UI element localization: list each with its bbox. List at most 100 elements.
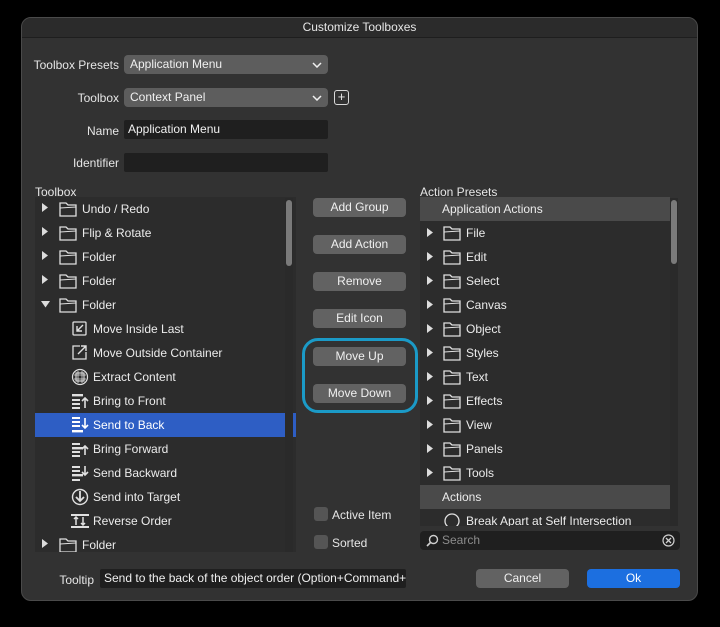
toolbox-item-label: Send into Target [93,490,181,504]
identifier-label: Identifier [72,156,119,170]
disclosure-collapsed-icon[interactable] [426,437,434,461]
folder-icon [58,296,78,314]
folder-icon [442,440,462,458]
send-backward-icon [70,464,90,482]
folder-icon [442,224,462,242]
toolbox-item-label: Move Inside Last [93,322,184,336]
tooltip-input[interactable]: Send to the back of the object order (Op… [100,569,406,588]
preset-group-panels[interactable]: Panels [420,437,670,461]
disclosure-collapsed-icon[interactable] [426,317,434,341]
preset-group-tools[interactable]: Tools [420,461,670,485]
active-item-checkbox[interactable] [314,507,328,521]
preset-group-styles[interactable]: Styles [420,341,670,365]
preset-action-break-apart[interactable]: Break Apart at Self Intersection [420,509,670,526]
disclosure-collapsed-icon[interactable] [40,197,50,221]
disclosure-collapsed-icon[interactable] [40,245,50,269]
preset-group-file[interactable]: File [420,221,670,245]
toolbox-item-send-into-target[interactable]: Send into Target [35,485,296,509]
folder-icon [442,272,462,290]
preset-group-label: Text [466,370,489,384]
move-up-button[interactable]: Move Up [313,347,406,366]
clear-search-icon[interactable] [662,534,675,553]
disclosure-collapsed-icon[interactable] [40,221,50,245]
preset-group-select[interactable]: Select [420,269,670,293]
toolbox-select[interactable]: Context Panel [124,88,328,107]
toolbox-item-bring-forward[interactable]: Bring Forward [35,437,296,461]
preset-group-text[interactable]: Text [420,365,670,389]
toolbox-item-send-backward[interactable]: Send Backward [35,461,296,485]
toolbox-item-folder[interactable]: Folder [35,269,296,293]
toolbox-scrollbar[interactable] [285,198,293,552]
disclosure-collapsed-icon[interactable] [426,245,434,269]
add-toolbox-button[interactable]: + [334,90,349,105]
application-actions-header[interactable]: Application Actions [420,197,670,221]
preset-group-effects[interactable]: Effects [420,389,670,413]
preset-group-edit[interactable]: Edit [420,245,670,269]
preset-group-label: File [466,226,486,240]
toolbox-item-folder[interactable]: Folder [35,533,296,552]
toolbox-item-folder[interactable]: Folder [35,245,296,269]
disclosure-collapsed-icon[interactable] [426,413,434,437]
toolbox-item-send-to-back[interactable]: Send to Back [35,413,296,437]
toolbox-tree[interactable]: Undo / Redo Flip & Rotate Folder Folder Fold… [35,197,296,552]
toolbox-scrollbar-thumb[interactable] [286,200,292,266]
toolbox-item-label: Extract Content [93,370,176,384]
sorted-checkbox[interactable] [314,535,328,549]
remove-button[interactable]: Remove [313,272,406,291]
actions-header[interactable]: Actions [420,485,670,509]
ok-button[interactable]: Ok [587,569,680,588]
folder-icon [442,320,462,338]
edit-icon-button[interactable]: Edit Icon [313,309,406,328]
preset-group-view[interactable]: View [420,413,670,437]
toolbox-item-label: Folder [82,274,117,288]
toolbox-item-label: Undo / Redo [82,202,150,216]
disclosure-collapsed-icon[interactable] [426,461,434,485]
action-presets-tree[interactable]: Application Actions File Edit Select Canvas O… [420,197,670,526]
tooltip-label: Tooltip [59,573,94,587]
application-actions-header-label: Application Actions [442,202,543,216]
preset-group-object[interactable]: Object [420,317,670,341]
disclosure-collapsed-icon[interactable] [426,293,434,317]
folder-icon [58,224,78,242]
toolbox-item-label: Send to Back [93,418,165,432]
toolbox-presets-label: Toolbox Presets [33,58,119,72]
disclosure-collapsed-icon[interactable] [426,365,434,389]
toolbox-presets-value: Application Menu [130,57,223,71]
toolbox-item-extract-content[interactable]: Extract Content [35,365,296,389]
disclosure-collapsed-icon[interactable] [426,389,434,413]
folder-icon [442,464,462,482]
cancel-button[interactable]: Cancel [476,569,569,588]
toolbox-item-undo-redo[interactable]: Undo / Redo [35,197,296,221]
folder-icon [442,368,462,386]
name-input[interactable]: Application Menu [124,120,328,139]
toolbox-item-label: Move Outside Container [93,346,223,360]
toolbox-item-flip-rotate[interactable]: Flip & Rotate [35,221,296,245]
window-title: Customize Toolboxes [22,18,697,38]
preset-group-label: Panels [466,442,503,456]
presets-scrollbar[interactable] [670,198,678,526]
toolbox-presets-select[interactable]: Application Menu [124,55,328,74]
disclosure-collapsed-icon[interactable] [426,341,434,365]
toolbox-item-reverse-order[interactable]: Reverse Order [35,509,296,533]
customize-toolboxes-dialog: Customize Toolboxes Toolbox Presets Appl… [21,17,698,601]
disclosure-collapsed-icon[interactable] [40,533,50,552]
identifier-input[interactable] [124,153,328,172]
active-item-label: Active Item [332,508,392,522]
add-action-button[interactable]: Add Action [313,235,406,254]
disclosure-expanded-icon[interactable] [40,293,50,317]
move-down-button[interactable]: Move Down [313,384,406,403]
add-group-button[interactable]: Add Group [313,198,406,217]
preset-group-canvas[interactable]: Canvas [420,293,670,317]
search-field[interactable]: Search [420,531,680,550]
toolbox-item-bring-to-front[interactable]: Bring to Front [35,389,296,413]
send-to-back-icon [70,416,90,434]
toolbox-item-move-outside-container[interactable]: Move Outside Container [35,341,296,365]
folder-icon [442,248,462,266]
disclosure-collapsed-icon[interactable] [40,269,50,293]
presets-scrollbar-thumb[interactable] [671,200,677,264]
toolbox-item-move-inside-last[interactable]: Move Inside Last [35,317,296,341]
disclosure-collapsed-icon[interactable] [426,269,434,293]
toolbox-item-folder[interactable]: Folder [35,293,296,317]
bring-forward-icon [70,440,90,458]
disclosure-collapsed-icon[interactable] [426,221,434,245]
